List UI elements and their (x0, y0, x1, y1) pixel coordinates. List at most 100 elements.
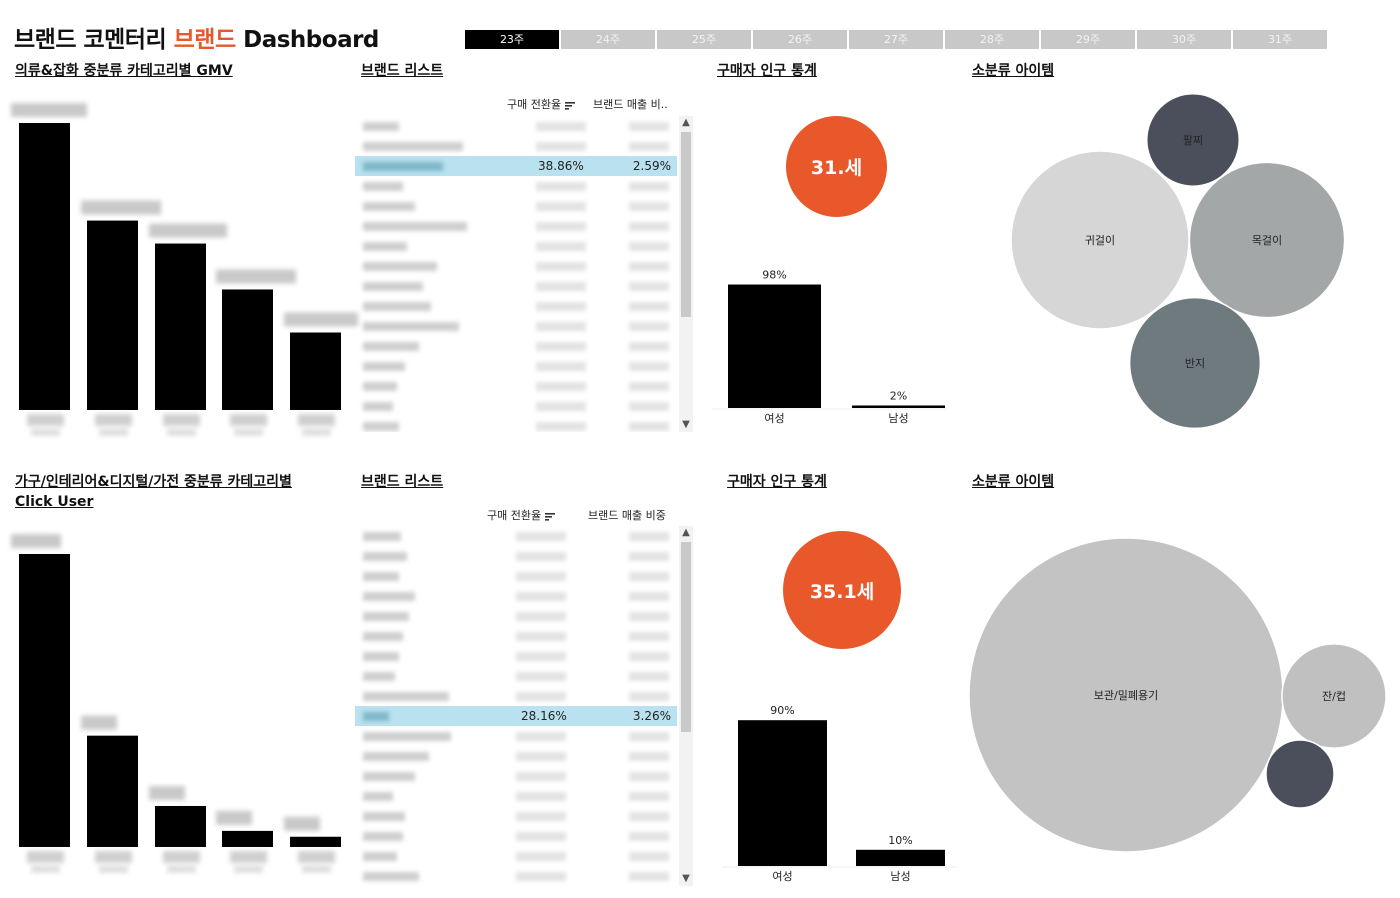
brand-row[interactable] (355, 276, 677, 296)
brand-name-placeholder (363, 852, 397, 861)
brand-row[interactable] (355, 116, 677, 136)
bottom-col-conversion-header[interactable]: 구매 전환율 (487, 507, 556, 523)
data-label-placeholder (149, 223, 227, 238)
top-col-conversion-header[interactable]: 구매 전환율 (507, 96, 576, 112)
brand-row[interactable] (355, 626, 677, 646)
brand-row[interactable] (355, 136, 677, 156)
week-tab-30[interactable]: 30주 (1137, 30, 1231, 49)
category-label-placeholder (234, 865, 263, 873)
brand-row[interactable] (355, 646, 677, 666)
bottom-brand-rows[interactable]: 28.16% 3.26% (355, 526, 677, 886)
top-col-share-header[interactable]: 브랜드 매출 비.. (593, 96, 668, 112)
brand-row[interactable] (355, 256, 677, 276)
bubble-label: 귀걸이 (1085, 234, 1115, 247)
brand-name-placeholder (363, 342, 419, 351)
brand-row[interactable] (355, 416, 677, 432)
bottom-col-conversion-label: 구매 전환율 (487, 509, 542, 522)
week-tab-23[interactable]: 23주 (465, 30, 559, 49)
brand-name-placeholder (363, 632, 403, 641)
bottom-list-scrollbar[interactable]: ▲ ▼ (679, 526, 693, 886)
data-label-placeholder (216, 810, 252, 825)
scroll-thumb[interactable] (681, 542, 691, 732)
value-placeholder (629, 322, 669, 331)
brand-row[interactable] (355, 606, 677, 626)
brand-row[interactable] (355, 666, 677, 686)
brand-row[interactable] (355, 396, 677, 416)
brand-row[interactable] (355, 786, 677, 806)
brand-name-placeholder (363, 142, 463, 151)
bar[interactable] (19, 554, 70, 847)
week-tab-25[interactable]: 25주 (657, 30, 751, 49)
brand-row[interactable] (355, 846, 677, 866)
week-tab-27[interactable]: 27주 (849, 30, 943, 49)
scroll-up-icon[interactable]: ▲ (679, 526, 693, 540)
data-label-placeholder (11, 103, 87, 117)
scroll-thumb[interactable] (681, 132, 691, 317)
brand-row[interactable] (355, 176, 677, 196)
bar[interactable] (155, 243, 206, 410)
brand-row[interactable] (355, 866, 677, 886)
week-tab-31[interactable]: 31주 (1233, 30, 1327, 49)
scroll-down-icon[interactable]: ▼ (679, 418, 693, 432)
bar-female[interactable] (738, 720, 827, 866)
brand-name-placeholder (363, 322, 459, 331)
bottom-bubble-chart: 보관/밀폐용기 잔/컵 (968, 537, 1387, 853)
brand-name-placeholder (363, 772, 415, 781)
bar-male[interactable] (852, 405, 945, 408)
brand-row[interactable] (355, 196, 677, 216)
category-label-placeholder (31, 428, 60, 436)
brand-row[interactable] (355, 546, 677, 566)
week-tab-29[interactable]: 29주 (1041, 30, 1135, 49)
brand-row[interactable] (355, 236, 677, 256)
brand-row[interactable] (355, 356, 677, 376)
bar[interactable] (87, 735, 138, 847)
brand-row[interactable] (355, 376, 677, 396)
brand-row[interactable] (355, 586, 677, 606)
value-placeholder (516, 692, 566, 701)
brand-row[interactable] (355, 336, 677, 356)
week-tab-26[interactable]: 26주 (753, 30, 847, 49)
share-value: 3.26% (632, 709, 671, 723)
selected-brand-row[interactable]: 28.16% 3.26% (355, 706, 677, 726)
bar-male[interactable] (856, 849, 945, 866)
bar[interactable] (87, 220, 138, 410)
category-label-placeholder (99, 865, 128, 873)
brand-row[interactable] (355, 216, 677, 236)
bar[interactable] (222, 830, 273, 847)
brand-row[interactable] (355, 726, 677, 746)
brand-row[interactable] (355, 806, 677, 826)
brand-row[interactable] (355, 686, 677, 706)
bubble[interactable] (1265, 739, 1335, 809)
brand-row[interactable] (355, 826, 677, 846)
bar-female[interactable] (728, 284, 821, 408)
bottom-col-share-header[interactable]: 브랜드 매출 비중 (588, 507, 666, 523)
brand-row[interactable] (355, 296, 677, 316)
bar[interactable] (19, 123, 70, 410)
week-tab-28[interactable]: 28주 (945, 30, 1039, 49)
top-brand-rows[interactable]: 38.86% 2.59% (355, 116, 677, 432)
sort-icon[interactable] (545, 512, 556, 521)
value-placeholder (536, 242, 586, 251)
bar[interactable] (155, 805, 206, 847)
scroll-down-icon[interactable]: ▼ (679, 872, 693, 886)
brand-row[interactable] (355, 316, 677, 336)
value-placeholder (629, 122, 669, 131)
brand-name-placeholder (363, 422, 399, 431)
bar[interactable] (290, 332, 341, 410)
value-placeholder (516, 872, 566, 881)
bar[interactable] (290, 836, 341, 847)
brand-row[interactable] (355, 526, 677, 546)
top-age-badge: 31.세 (786, 116, 887, 217)
data-label: 90% (770, 704, 794, 717)
value-placeholder (516, 632, 566, 641)
brand-row[interactable] (355, 566, 677, 586)
week-tab-24[interactable]: 24주 (561, 30, 655, 49)
sort-icon[interactable] (565, 101, 576, 110)
top-list-scrollbar[interactable]: ▲ ▼ (679, 116, 693, 432)
value-placeholder (629, 402, 669, 411)
selected-brand-row[interactable]: 38.86% 2.59% (355, 156, 677, 176)
brand-row[interactable] (355, 746, 677, 766)
brand-row[interactable] (355, 766, 677, 786)
scroll-up-icon[interactable]: ▲ (679, 116, 693, 130)
bar[interactable] (222, 289, 273, 410)
